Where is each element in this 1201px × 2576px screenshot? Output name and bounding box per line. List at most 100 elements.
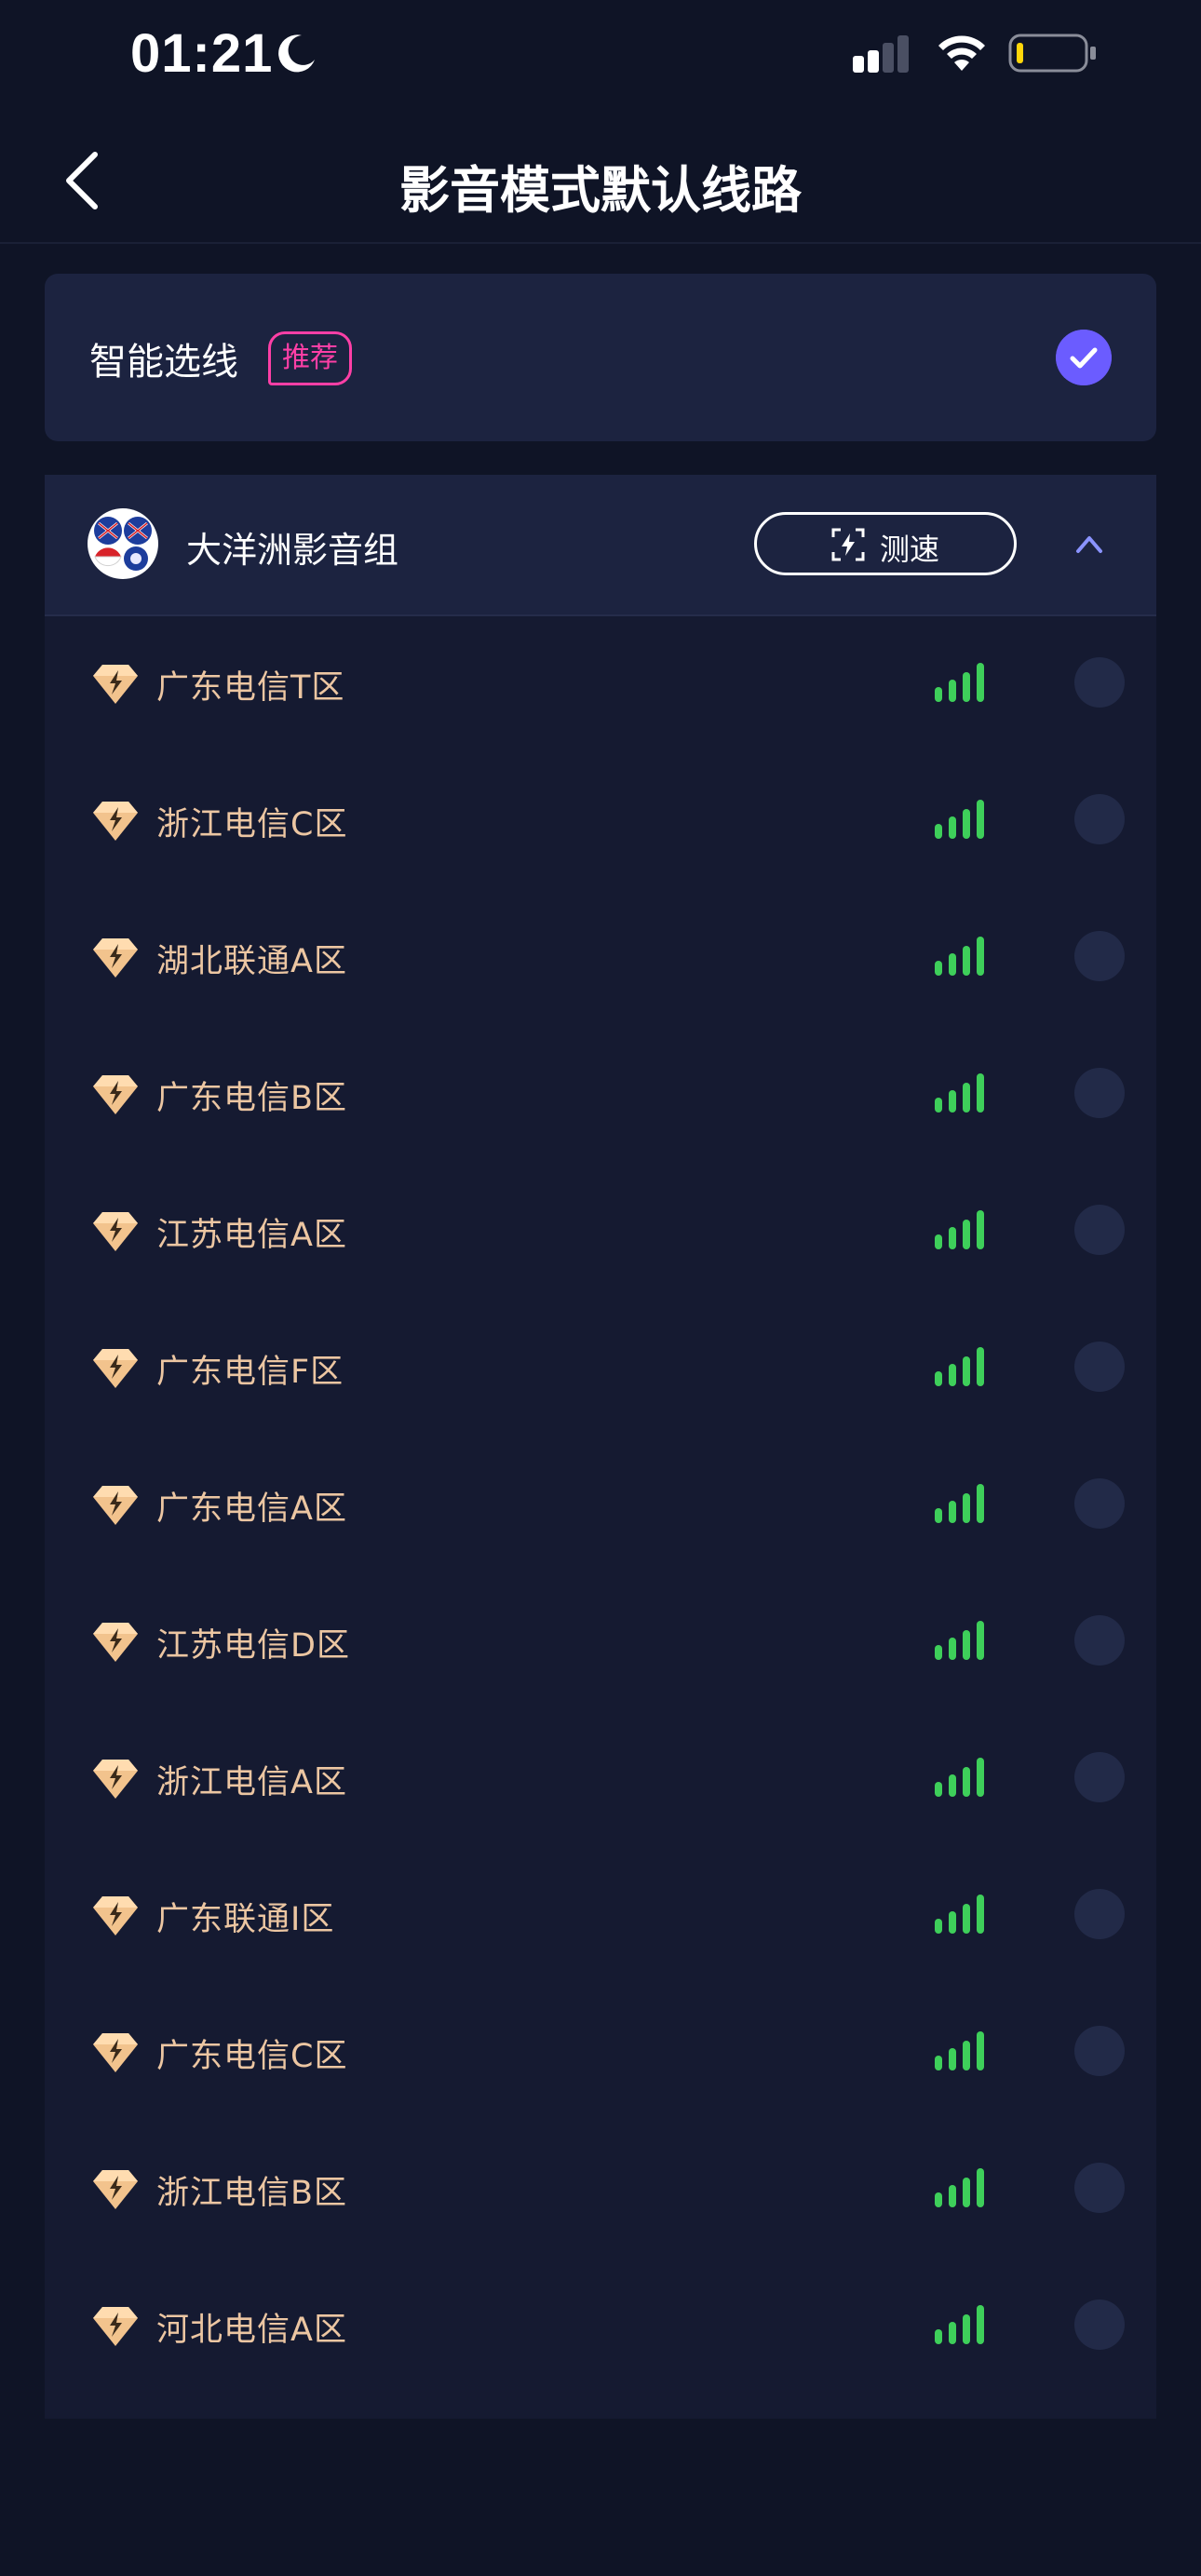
signal-bar <box>935 1782 942 1797</box>
recommended-badge: 推荐 <box>268 331 352 385</box>
server-row[interactable]: 湖北联通A区 <box>45 888 1156 1025</box>
signal-bar <box>963 809 970 839</box>
server-name: 江苏电信D区 <box>156 1627 350 1665</box>
server-radio[interactable] <box>1074 1478 1125 1529</box>
signal-bar <box>935 2329 942 2344</box>
diamond-lightning-icon <box>93 1212 138 1251</box>
signal-bar <box>935 1098 942 1113</box>
signal-bar <box>977 1758 984 1797</box>
server-row[interactable]: 广东联通I区 <box>45 1846 1156 1983</box>
diamond-lightning-icon <box>93 1760 138 1799</box>
signal-bar <box>977 1347 984 1386</box>
smart-select-option[interactable]: 智能选线 推荐 <box>45 274 1156 441</box>
server-row[interactable]: 广东电信C区 <box>45 1983 1156 2120</box>
signal-bar <box>949 1227 956 1249</box>
diamond-lightning-icon <box>93 802 138 841</box>
server-row[interactable]: 河北电信A区 <box>45 2257 1156 2394</box>
diamond-lightning-icon <box>93 938 138 978</box>
signal-bar <box>977 1621 984 1660</box>
server-name: 浙江电信B区 <box>156 2175 348 2212</box>
server-group: 大洋洲影音组 测速 广东电信T区 浙江电信C区 湖北联通A区 广东电信B区江苏电信A区… <box>45 475 1156 2419</box>
server-radio[interactable] <box>1074 1615 1125 1666</box>
server-row[interactable]: 广东电信F区 <box>45 1299 1156 1436</box>
signal-bar <box>977 937 984 976</box>
signal-strength-icon <box>935 1758 984 1797</box>
signal-bar <box>963 1767 970 1797</box>
server-radio[interactable] <box>1074 794 1125 844</box>
cellular-signal-icon <box>853 35 909 73</box>
server-name: 广东电信C区 <box>156 2038 348 2075</box>
server-name: 浙江电信C区 <box>156 806 348 843</box>
signal-bar <box>963 1083 970 1113</box>
speed-test-label: 测速 <box>880 532 940 567</box>
server-radio[interactable] <box>1074 1752 1125 1802</box>
signal-bar <box>935 2056 942 2070</box>
server-name: 湖北联通A区 <box>156 943 347 980</box>
server-radio[interactable] <box>1074 2300 1125 2350</box>
server-row[interactable]: 浙江电信A区 <box>45 1709 1156 1846</box>
server-radio[interactable] <box>1074 931 1125 981</box>
signal-bar <box>935 1919 942 1934</box>
page-title: 影音模式默认线路 <box>399 161 802 220</box>
signal-bar <box>977 2031 984 2070</box>
signal-bar <box>949 1090 956 1113</box>
signal-bar <box>949 2048 956 2070</box>
signal-bar <box>963 1356 970 1386</box>
server-name: 广东电信B区 <box>156 1080 348 1117</box>
server-radio[interactable] <box>1074 1342 1125 1392</box>
signal-bar <box>977 2305 984 2344</box>
signal-bar <box>963 2314 970 2344</box>
battery-icon <box>1008 34 1096 73</box>
signal-bar <box>935 1371 942 1386</box>
server-row[interactable]: 浙江电信C区 <box>45 751 1156 888</box>
signal-bar <box>977 1073 984 1113</box>
selected-check-icon[interactable] <box>1056 330 1112 385</box>
server-row[interactable]: 广东电信B区 <box>45 1025 1156 1162</box>
server-radio[interactable] <box>1074 2026 1125 2076</box>
signal-bar <box>977 1484 984 1523</box>
signal-strength-icon <box>935 2031 984 2070</box>
server-name: 浙江电信A区 <box>156 1764 347 1801</box>
diamond-lightning-icon <box>93 1896 138 1935</box>
signal-bar <box>963 2178 970 2207</box>
server-radio[interactable] <box>1074 1068 1125 1118</box>
signal-bar <box>949 2185 956 2207</box>
oceania-flags-icon <box>88 508 158 579</box>
server-row[interactable]: 广东电信T区 <box>45 614 1156 751</box>
status-bar: 01:21 <box>0 0 1201 112</box>
server-radio[interactable] <box>1074 1889 1125 1939</box>
signal-bar <box>935 961 942 976</box>
server-row[interactable]: 广东电信A区 <box>45 1436 1156 1572</box>
signal-bar <box>977 800 984 839</box>
server-row[interactable]: 浙江电信B区 <box>45 2120 1156 2257</box>
diamond-lightning-icon <box>93 1486 138 1525</box>
smart-select-label: 智能选线 <box>89 341 238 384</box>
server-row[interactable]: 江苏电信D区 <box>45 1572 1156 1709</box>
signal-strength-icon <box>935 1895 984 1934</box>
server-radio[interactable] <box>1074 657 1125 708</box>
signal-bar <box>949 2322 956 2344</box>
group-header[interactable]: 大洋洲影音组 测速 <box>45 475 1156 616</box>
diamond-lightning-icon <box>93 1349 138 1388</box>
speed-test-button[interactable]: 测速 <box>754 512 1017 575</box>
server-radio[interactable] <box>1074 2163 1125 2213</box>
signal-bar <box>949 680 956 702</box>
nav-bar: 影音模式默认线路 <box>0 121 1201 244</box>
signal-bar <box>935 1508 942 1523</box>
signal-bar <box>963 1220 970 1249</box>
chevron-up-icon[interactable] <box>1074 533 1104 555</box>
signal-bar <box>949 953 956 976</box>
signal-bar <box>935 687 942 702</box>
server-radio[interactable] <box>1074 1205 1125 1255</box>
signal-strength-icon <box>935 1073 984 1113</box>
signal-bar <box>949 1364 956 1386</box>
signal-bar <box>963 2041 970 2070</box>
diamond-lightning-icon <box>93 1623 138 1662</box>
signal-strength-icon <box>935 2305 984 2344</box>
signal-strength-icon <box>935 663 984 702</box>
server-name: 广东电信A区 <box>156 1490 347 1528</box>
signal-bar <box>949 1501 956 1523</box>
server-name: 广东电信T区 <box>156 669 345 707</box>
server-row[interactable]: 江苏电信A区 <box>45 1162 1156 1299</box>
signal-bar <box>949 816 956 839</box>
